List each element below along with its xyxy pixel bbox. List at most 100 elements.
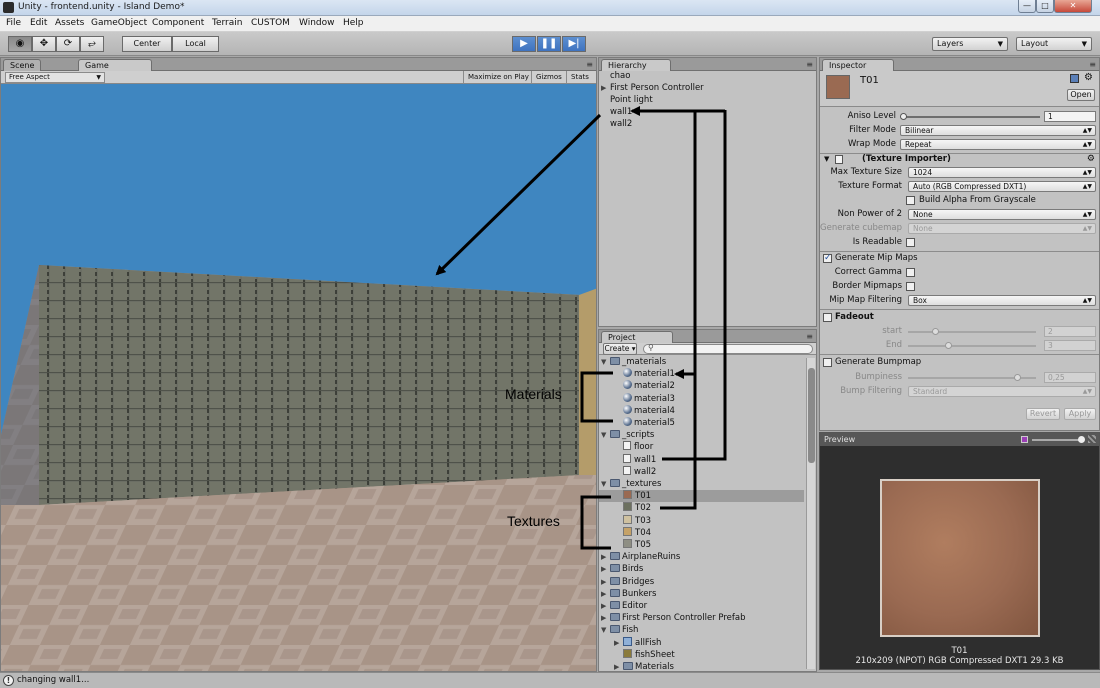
generate-mipmaps-checkbox[interactable] (823, 252, 832, 265)
hierarchy-item[interactable]: wall1 (601, 106, 632, 118)
hierarchy-item[interactable]: Point light (601, 94, 653, 106)
pause-button[interactable]: ❚❚ (537, 36, 561, 52)
maximize-on-play-button[interactable]: Maximize on Play (463, 71, 533, 84)
open-button[interactable]: Open (1067, 89, 1095, 101)
fadeout-end-slider[interactable] (908, 342, 1036, 349)
expand-arrow-icon[interactable]: ▶ (614, 637, 623, 649)
project-item[interactable]: ▶ allFish (599, 636, 804, 649)
create-dropdown[interactable]: Create ▾ (603, 343, 637, 355)
project-item[interactable]: T02 (599, 502, 804, 514)
project-item[interactable]: ▶ Birds (599, 563, 804, 575)
slider-knob[interactable] (945, 342, 952, 349)
project-search-input[interactable]: ⚲ (643, 343, 813, 354)
tab-scene[interactable]: Scene (3, 59, 42, 71)
pivot-center-button[interactable]: Center (122, 36, 172, 52)
menu-file[interactable]: File (6, 18, 21, 28)
hierarchy-item[interactable]: wall2 (601, 118, 632, 130)
status-message[interactable]: changing wall1... (17, 675, 89, 685)
hierarchy-item[interactable]: ▶ First Person Controller (601, 82, 704, 94)
project-item[interactable]: ▼ _scripts (599, 429, 804, 441)
project-item[interactable]: wall2 (599, 465, 804, 478)
texture-format-dropdown[interactable]: Auto (RGB Compressed DXT1) ▲▼ (908, 181, 1096, 192)
border-mipmaps-checkbox[interactable] (906, 282, 915, 291)
project-item[interactable]: floor (599, 441, 804, 453)
npot-dropdown[interactable]: None ▲▼ (908, 209, 1096, 220)
project-item[interactable]: material5 (599, 417, 804, 429)
expand-arrow-icon[interactable]: ▶ (601, 576, 610, 588)
view-tool-button[interactable]: ◉ (8, 36, 32, 52)
collapse-arrow-icon[interactable]: ▼ (601, 478, 610, 490)
menu-assets[interactable]: Assets (55, 18, 84, 28)
aspect-dropdown[interactable]: Free Aspect ▼ (5, 72, 105, 83)
stats-button[interactable]: Stats (566, 71, 593, 84)
expand-arrow-icon[interactable]: ▶ (614, 661, 623, 671)
expand-arrow-icon[interactable]: ▶ (601, 82, 610, 94)
wrap-mode-dropdown[interactable]: Repeat ▲▼ (900, 139, 1096, 150)
gizmos-button[interactable]: Gizmos (531, 71, 566, 84)
step-button[interactable]: ▶| (562, 36, 586, 52)
tab-project[interactable]: Project (601, 331, 673, 343)
project-item[interactable]: material3 (599, 392, 804, 405)
project-item[interactable]: T05 (599, 539, 804, 551)
bumpiness-slider[interactable] (908, 374, 1036, 381)
pane-menu-icon[interactable]: ≡ (806, 60, 813, 69)
menu-help[interactable]: Help (343, 18, 364, 28)
revert-button[interactable]: Revert (1026, 408, 1060, 420)
project-item[interactable]: ▼ Fish (599, 624, 804, 636)
play-button[interactable]: ▶ (512, 36, 536, 52)
project-item[interactable]: wall1 (599, 453, 804, 466)
fadeout-start-input[interactable]: 2 (1044, 326, 1096, 337)
fadeout-start-slider[interactable] (908, 328, 1036, 335)
project-item[interactable]: T04 (599, 526, 804, 539)
project-scrollbar[interactable] (806, 358, 815, 669)
slider-knob[interactable] (900, 113, 907, 120)
pane-menu-icon[interactable]: ≡ (1089, 60, 1096, 69)
close-button[interactable]: ✕ (1054, 0, 1092, 13)
project-item[interactable]: material4 (599, 404, 804, 417)
layers-dropdown[interactable]: Layers ▼ (932, 37, 1008, 51)
apply-button[interactable]: Apply (1064, 408, 1096, 420)
tab-inspector[interactable]: Inspector (822, 59, 894, 71)
expand-arrow-icon[interactable]: ▶ (601, 588, 610, 600)
slider-knob[interactable] (1014, 374, 1021, 381)
readable-checkbox[interactable] (906, 238, 915, 247)
project-item[interactable]: ▼ _materials (599, 356, 804, 368)
project-item[interactable]: ▶ Bridges (599, 576, 804, 588)
project-item[interactable]: fishSheet (599, 648, 804, 661)
project-item[interactable]: ▶ Materials (599, 661, 804, 671)
scrollbar-thumb[interactable] (808, 368, 815, 463)
filter-mode-dropdown[interactable]: Bilinear ▲▼ (900, 125, 1096, 136)
project-item[interactable]: material2 (599, 380, 804, 392)
gear-icon[interactable]: ⚙ (1087, 153, 1095, 166)
alpha-grayscale-checkbox[interactable] (906, 196, 915, 205)
expand-arrow-icon[interactable]: ▶ (601, 600, 610, 612)
project-item[interactable]: T03 (599, 514, 804, 527)
rotate-tool-button[interactable]: ⟳ (56, 36, 80, 52)
gear-icon[interactable]: ⚙ (1084, 72, 1093, 83)
project-item[interactable]: ▶ AirplaneRuins (599, 551, 804, 563)
project-item[interactable]: ▼ _textures (599, 478, 804, 490)
bump-filter-dropdown[interactable]: Standard ▲▼ (908, 386, 1096, 397)
rgb-toggle-icon[interactable] (1021, 436, 1028, 443)
tab-game[interactable]: Game (78, 59, 152, 71)
menu-edit[interactable]: Edit (30, 18, 47, 28)
game-viewport[interactable] (1, 85, 596, 671)
expand-arrow-icon[interactable]: ▶ (601, 563, 610, 575)
help-icon[interactable] (1070, 74, 1079, 83)
expand-arrow-icon[interactable]: ▶ (601, 612, 610, 624)
fadeout-checkbox[interactable] (823, 313, 832, 322)
pivot-local-button[interactable]: Local (172, 36, 219, 52)
mip-filter-dropdown[interactable]: Box ▲▼ (908, 295, 1096, 306)
pane-menu-icon[interactable]: ≡ (806, 332, 813, 341)
scale-tool-button[interactable]: ⥂ (80, 36, 104, 52)
collapse-arrow-icon[interactable]: ▼ (824, 153, 829, 166)
move-tool-button[interactable]: ✥ (32, 36, 56, 52)
pane-menu-icon[interactable]: ≡ (586, 60, 593, 69)
menu-terrain[interactable]: Terrain (212, 18, 242, 28)
project-item[interactable]: T01 (599, 490, 804, 503)
correct-gamma-checkbox[interactable] (906, 268, 915, 277)
menu-gameobject[interactable]: GameObject (91, 18, 147, 28)
bumpiness-input[interactable]: 0,25 (1044, 372, 1096, 383)
max-size-dropdown[interactable]: 1024 ▲▼ (908, 167, 1096, 178)
menu-custom[interactable]: CUSTOM (251, 18, 290, 28)
